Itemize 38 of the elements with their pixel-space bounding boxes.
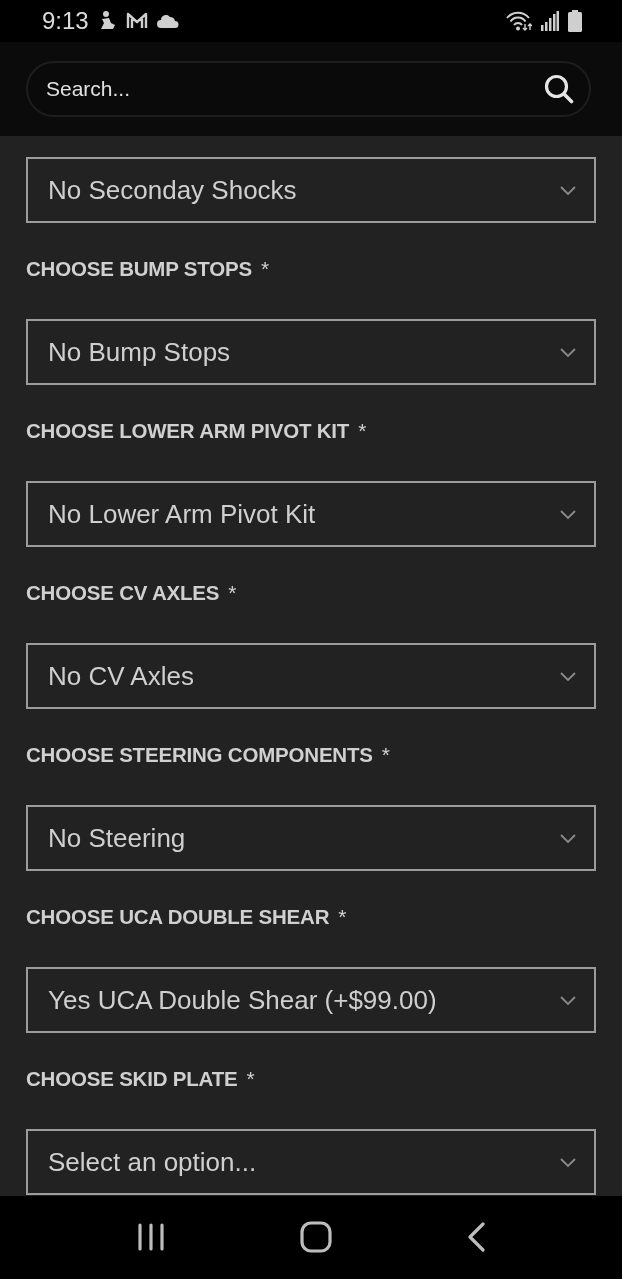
chevron-down-icon xyxy=(560,671,576,681)
field-label: CHOOSE CV AXLES xyxy=(26,581,220,605)
chevron-down-icon xyxy=(560,509,576,519)
required-mark: * xyxy=(260,257,270,281)
cloud-icon xyxy=(156,14,179,28)
figure-icon xyxy=(98,11,117,31)
required-mark: * xyxy=(381,743,390,767)
back-icon[interactable] xyxy=(466,1221,485,1252)
chevron-down-icon xyxy=(560,347,576,357)
chevron-down-icon xyxy=(560,833,576,843)
mail-icon xyxy=(125,12,148,30)
chevron-down-icon xyxy=(560,1157,576,1167)
wifi-icon xyxy=(506,11,532,31)
required-mark: * xyxy=(246,1067,255,1091)
field-label: CHOOSE BUMP STOPS xyxy=(26,257,252,281)
battery-icon xyxy=(568,10,582,32)
search-icon[interactable] xyxy=(544,74,574,104)
chevron-down-icon xyxy=(560,995,576,1005)
required-mark: * xyxy=(228,581,237,605)
field-label: CHOOSE STEERING COMPONENTS xyxy=(26,743,373,767)
dropdown-field[interactable]: No CV Axles xyxy=(26,643,596,709)
dropdown-field[interactable]: No Steering xyxy=(26,805,596,871)
field-label: CHOOSE LOWER ARM PIVOT KIT xyxy=(26,419,350,443)
status-time: 9:13 xyxy=(42,9,89,33)
dropdown-field[interactable]: Select an option... xyxy=(26,1129,596,1195)
required-mark: * xyxy=(358,419,367,443)
dropdown-field[interactable]: No Seconday Shocks xyxy=(26,157,596,223)
field-label: CHOOSE UCA DOUBLE SHEAR xyxy=(26,905,330,929)
chevron-down-icon xyxy=(560,185,576,195)
dropdown-field[interactable]: No Bump Stops xyxy=(26,319,596,385)
required-mark: * xyxy=(338,905,347,929)
home-icon[interactable] xyxy=(300,1220,332,1253)
field-label: CHOOSE SKID PLATE xyxy=(26,1067,238,1091)
search-field[interactable]: Search... xyxy=(26,61,591,117)
dropdown-field[interactable]: No Lower Arm Pivot Kit xyxy=(26,481,596,547)
signal-icon xyxy=(541,11,559,31)
dropdown-field[interactable]: Yes UCA Double Shear (+$99.00) xyxy=(26,967,596,1033)
recent-apps-icon[interactable] xyxy=(137,1222,166,1251)
